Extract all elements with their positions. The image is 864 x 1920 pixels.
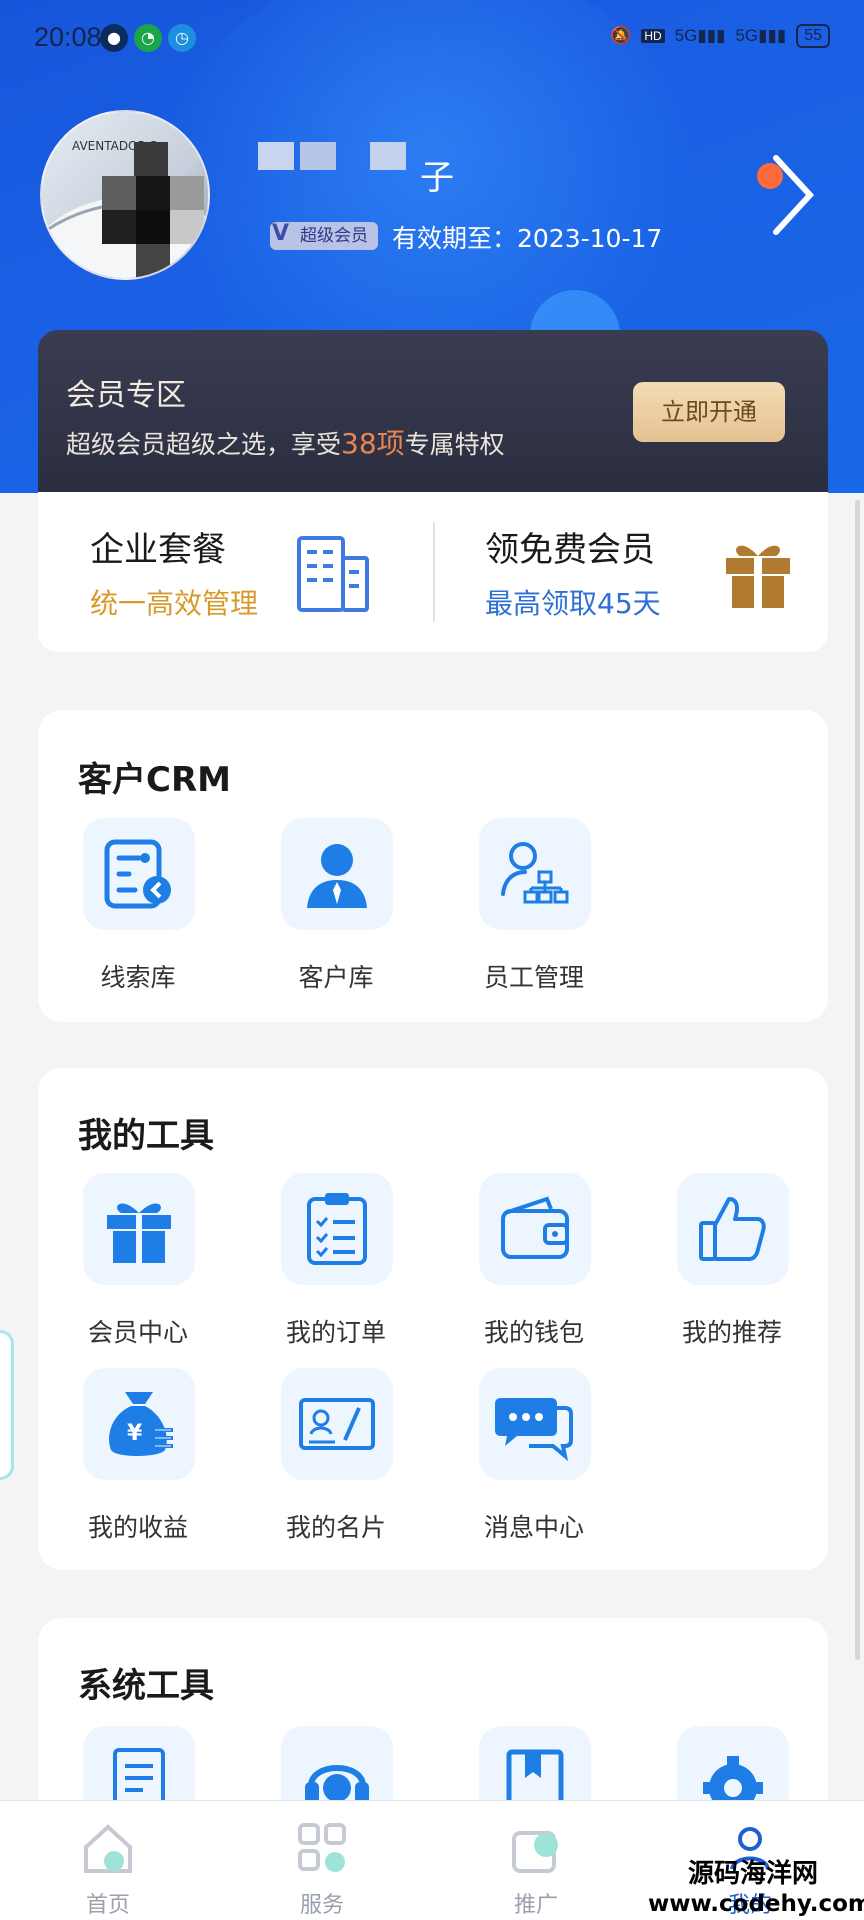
nav-promote[interactable]: 推广	[476, 1811, 596, 1920]
gift-icon	[107, 1203, 171, 1263]
tile-my-orders[interactable]: 我的订单	[276, 1173, 396, 1347]
signal2-icon: 5G▮▮▮	[735, 26, 787, 45]
watermark: 源码海洋网 www.codehy.com	[648, 1859, 864, 1917]
scrollbar[interactable]	[855, 500, 860, 1660]
clue-library-icon	[104, 839, 171, 909]
tile-member-center[interactable]: 会员中心	[78, 1173, 198, 1347]
vip-zone-card: 会员专区 超级会员超级之选，享受38项专属特权 立即开通	[38, 330, 828, 492]
status-time: 20:08	[34, 22, 102, 52]
tile-label: 我的订单	[285, 1318, 386, 1347]
building-icon	[297, 536, 369, 612]
tile-clue-library[interactable]: 线索库	[78, 818, 198, 992]
thumbs-up-icon	[699, 1197, 766, 1261]
nav-home[interactable]: 首页	[48, 1811, 168, 1920]
tile-message-center[interactable]: 消息中心	[474, 1368, 594, 1542]
app-notify-icon: ●	[100, 24, 128, 52]
tile-label: 我的收益	[87, 1513, 188, 1542]
home-icon	[84, 1824, 132, 1873]
bottom-nav: 首页 服务 推广 我的 源码海洋网 www.codehy.com	[0, 1800, 864, 1920]
tile-my-earnings[interactable]: ¥ 我的收益	[78, 1368, 198, 1542]
profile-header: 20:08 ● ◔ ◷ 🔕 HD 5G▮▮▮ 5G▮▮▮ 55 AVENTADO…	[0, 0, 864, 493]
gift-icon	[726, 545, 790, 608]
tools-section: 我的工具 会员中心 我的订单 我的钱包 我的推荐 ¥ 我的收益 我的名片 消息中…	[38, 1068, 828, 1570]
signal-icon: 5G▮▮▮	[674, 26, 726, 45]
side-float-tab[interactable]	[0, 1330, 14, 1480]
free-vip-title: 领免费会员	[485, 530, 655, 570]
status-right: 🔕 HD 5G▮▮▮ 5G▮▮▮ 55	[610, 24, 830, 48]
nav-label: 首页	[85, 1893, 130, 1918]
nav-service[interactable]: 服务	[262, 1811, 382, 1920]
chevron-right-icon[interactable]	[770, 150, 816, 240]
tile-my-card[interactable]: 我的名片	[276, 1368, 396, 1542]
battery-icon: 55	[796, 24, 830, 48]
tile-label: 我的钱包	[483, 1318, 584, 1347]
tile-customer-library[interactable]: 客户库	[276, 818, 396, 992]
free-vip[interactable]: 领免费会员 最高领取45天	[435, 492, 828, 652]
status-bar: 20:08 ● ◔ ◷ 🔕 HD 5G▮▮▮ 5G▮▮▮ 55	[0, 0, 864, 80]
org-chart-icon	[501, 842, 569, 904]
tile-label: 我的推荐	[681, 1318, 782, 1347]
enterprise-title: 企业套餐	[90, 530, 226, 570]
chat-icon	[495, 1398, 573, 1462]
money-bag-icon: ¥	[109, 1392, 173, 1456]
tile-label: 员工管理	[483, 963, 584, 992]
vip-zone-subtitle: 超级会员超级之选，享受38项专属特权	[66, 427, 505, 460]
svg-text:¥: ¥	[127, 1421, 143, 1446]
grid-icon	[298, 1823, 346, 1872]
promo-card: 企业套餐 统一高效管理 领免费会员 最高领取45天	[38, 492, 828, 652]
tile-label: 会员中心	[87, 1318, 188, 1347]
tools-title: 我的工具	[78, 1116, 214, 1156]
crm-section: 客户CRM 线索库 客户库 员工管理	[38, 710, 828, 1022]
crm-title: 客户CRM	[78, 760, 231, 800]
tile-label: 我的名片	[285, 1513, 386, 1542]
nav-label: 推广	[513, 1893, 558, 1918]
nav-label: 服务	[299, 1893, 344, 1918]
name-blur	[258, 142, 294, 170]
vip-zone-title: 会员专区	[66, 378, 186, 413]
tile-my-recommend[interactable]: 我的推荐	[672, 1173, 792, 1347]
enterprise-subtitle: 统一高效管理	[90, 587, 259, 620]
wechat-icon: ◔	[134, 24, 162, 52]
system-title: 系统工具	[78, 1666, 214, 1706]
enterprise-plan[interactable]: 企业套餐 统一高效管理	[38, 492, 433, 652]
mute-icon: 🔕	[610, 26, 632, 45]
tile-my-wallet[interactable]: 我的钱包	[474, 1173, 594, 1347]
clipboard-icon	[307, 1193, 367, 1265]
avatar[interactable]: AVENTADOR S	[40, 110, 210, 280]
vip-v-icon: V	[272, 221, 290, 246]
tile-label: 客户库	[298, 963, 374, 992]
app-icon: ◷	[168, 24, 196, 52]
open-vip-button[interactable]: 立即开通	[633, 382, 785, 442]
vip-badge: V 超级会员	[270, 221, 378, 250]
hd-icon: HD	[641, 29, 665, 43]
expire-date: 有效期至：2023-10-17	[392, 224, 663, 253]
app-root: 20:08 ● ◔ ◷ 🔕 HD 5G▮▮▮ 5G▮▮▮ 55 AVENTADO…	[0, 0, 864, 1920]
customer-icon	[307, 844, 367, 908]
tile-label: 消息中心	[483, 1513, 584, 1542]
share-icon	[512, 1831, 558, 1873]
business-card-icon	[299, 1398, 375, 1450]
tile-label: 线索库	[100, 963, 176, 992]
wallet-icon	[501, 1196, 569, 1259]
free-vip-subtitle: 最高领取45天	[485, 587, 661, 620]
tile-staff-management[interactable]: 员工管理	[474, 818, 594, 992]
user-name: 子	[420, 158, 454, 198]
